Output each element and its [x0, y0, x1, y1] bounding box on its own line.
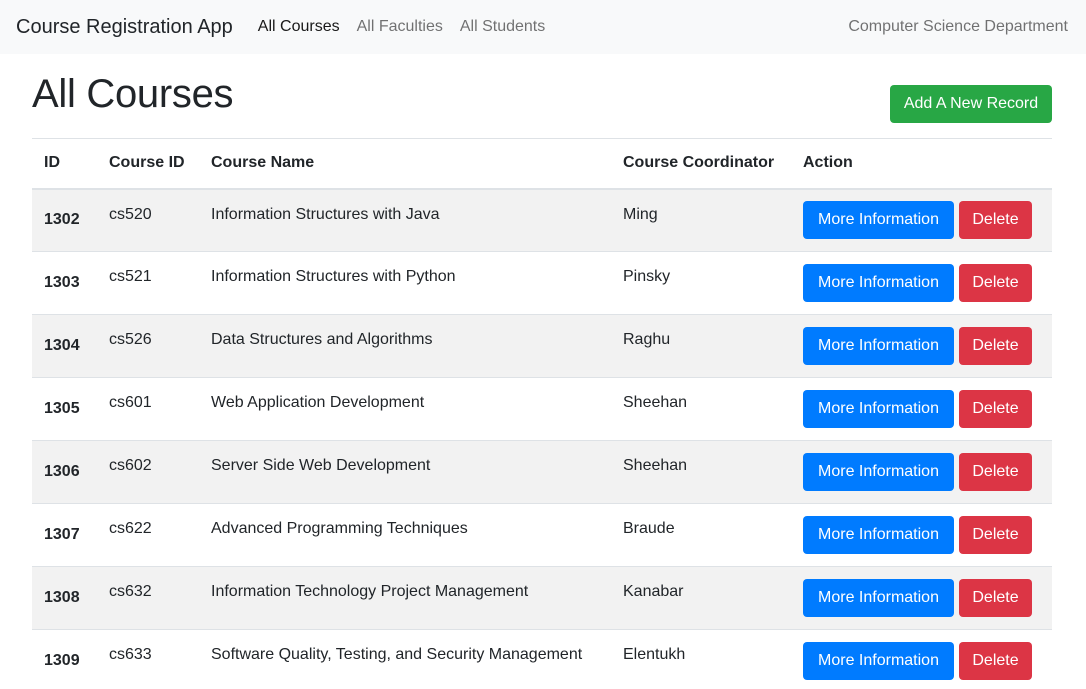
row-course-name: Information Technology Project Managemen…: [211, 583, 529, 600]
delete-button[interactable]: Delete: [959, 642, 1032, 680]
row-course-name: Information Structures with Java: [211, 205, 440, 223]
row-course-id: cs526: [109, 331, 152, 348]
more-information-button[interactable]: More Information: [803, 390, 954, 428]
row-course-id: cs622: [109, 520, 152, 537]
courses-table: ID Course ID Course Name Course Coordina…: [32, 138, 1052, 689]
add-record-button[interactable]: Add A New Record: [890, 85, 1052, 123]
delete-button[interactable]: Delete: [959, 390, 1032, 428]
row-course-name: Data Structures and Algorithms: [211, 331, 433, 348]
header-id: ID: [44, 154, 60, 172]
row-coordinator: Ming: [623, 205, 658, 223]
navbar: Course Registration App All Courses All …: [0, 0, 1086, 54]
row-course-name: Server Side Web Development: [211, 457, 431, 474]
more-information-button[interactable]: More Information: [803, 453, 954, 491]
row-course-id: cs520: [109, 205, 152, 223]
delete-button[interactable]: Delete: [959, 264, 1032, 302]
row-coordinator: Kanabar: [623, 583, 684, 600]
nav-link-all-faculties[interactable]: All Faculties: [357, 18, 443, 36]
page-title: All Courses: [32, 72, 234, 116]
row-actions: More Information Delete: [791, 252, 1052, 315]
row-course-id: cs601: [109, 394, 152, 411]
header-action: Action: [803, 154, 853, 172]
more-information-button[interactable]: More Information: [803, 516, 954, 554]
row-actions: More Information Delete: [791, 567, 1052, 630]
row-coordinator: Elentukh: [623, 646, 686, 663]
row-id: 1305: [44, 400, 80, 417]
more-information-button[interactable]: More Information: [803, 642, 954, 680]
table-row: 1303 cs521 Information Structures with P…: [32, 252, 1052, 315]
row-id: 1309: [44, 652, 80, 669]
table-row: 1305 cs601 Web Application Development S…: [32, 378, 1052, 441]
more-information-button[interactable]: More Information: [803, 327, 954, 365]
header-course-name: Course Name: [211, 154, 315, 172]
table-row: 1304 cs526 Data Structures and Algorithm…: [32, 314, 1052, 378]
courses-table-container: ID Course ID Course Name Course Coordina…: [32, 138, 1052, 689]
department-label: Computer Science Department: [848, 18, 1068, 35]
row-id: 1306: [44, 463, 80, 480]
row-coordinator: Raghu: [623, 331, 671, 348]
nav-link-all-courses[interactable]: All Courses: [258, 18, 340, 36]
row-id: 1303: [44, 274, 80, 291]
row-actions: More Information Delete: [791, 630, 1052, 689]
more-information-button[interactable]: More Information: [803, 201, 954, 240]
row-actions: More Information Delete: [791, 504, 1052, 567]
row-actions: More Information Delete: [791, 378, 1052, 441]
delete-button[interactable]: Delete: [959, 201, 1032, 240]
row-course-id: cs521: [109, 268, 152, 285]
table-row: 1307 cs622 Advanced Programming Techniqu…: [32, 504, 1052, 567]
row-course-id: cs632: [109, 583, 152, 600]
row-coordinator: Sheehan: [623, 394, 688, 411]
row-actions: More Information Delete: [791, 189, 1052, 252]
row-course-name: Advanced Programming Techniques: [211, 520, 468, 537]
row-course-name: Web Application Development: [211, 394, 425, 411]
table-row: 1306 cs602 Server Side Web Development S…: [32, 440, 1052, 504]
row-course-id: cs602: [109, 457, 152, 474]
table-header-row: ID Course ID Course Name Course Coordina…: [32, 138, 1052, 189]
row-coordinator: Pinsky: [623, 268, 671, 285]
more-information-button[interactable]: More Information: [803, 579, 954, 617]
row-id: 1304: [44, 337, 80, 354]
row-course-name: Information Structures with Python: [211, 268, 456, 285]
row-actions: More Information Delete: [791, 315, 1052, 378]
row-id: 1308: [44, 589, 80, 606]
nav-link-all-students[interactable]: All Students: [460, 18, 545, 36]
delete-button[interactable]: Delete: [959, 327, 1032, 365]
more-information-button[interactable]: More Information: [803, 264, 954, 302]
brand-link[interactable]: Course Registration App: [16, 16, 233, 39]
row-course-name: Software Quality, Testing, and Security …: [211, 646, 583, 663]
delete-button[interactable]: Delete: [959, 516, 1032, 554]
row-id: 1307: [44, 526, 80, 543]
row-actions: More Information Delete: [791, 441, 1052, 504]
delete-button[interactable]: Delete: [959, 579, 1032, 617]
table-row: 1309 cs633 Software Quality, Testing, an…: [32, 630, 1052, 689]
header-course-coordinator: Course Coordinator: [623, 154, 775, 172]
row-coordinator: Braude: [623, 520, 675, 537]
row-coordinator: Sheehan: [623, 457, 688, 474]
header-course-id: Course ID: [109, 154, 185, 172]
table-row: 1308 cs632 Information Technology Projec…: [32, 566, 1052, 630]
delete-button[interactable]: Delete: [959, 453, 1032, 491]
table-row: 1302 cs520 Information Structures with J…: [32, 188, 1052, 252]
row-course-id: cs633: [109, 646, 152, 663]
row-id: 1302: [44, 211, 80, 229]
